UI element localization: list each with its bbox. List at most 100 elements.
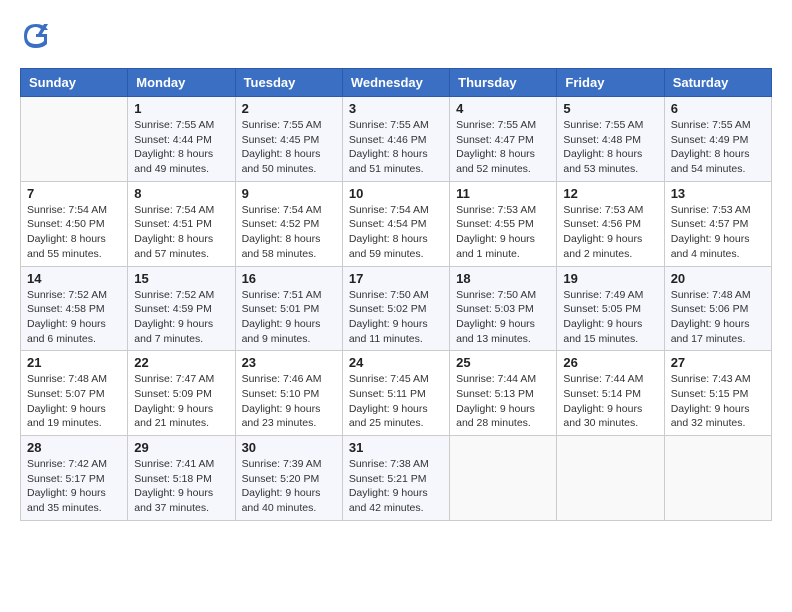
day-info: Sunrise: 7:45 AM Sunset: 5:11 PM Dayligh… [349, 372, 443, 431]
day-number: 11 [456, 186, 550, 201]
weekday-header-saturday: Saturday [664, 69, 771, 97]
calendar-week-row: 7Sunrise: 7:54 AM Sunset: 4:50 PM Daylig… [21, 181, 772, 266]
calendar-week-row: 28 Sunrise: 7:42 AM Sunset: 5:17 PM Dayli… [21, 436, 772, 521]
day-info: Sunrise: 7:50 AM Sunset: 5:02 PM Dayligh… [349, 288, 443, 347]
day-number: 15 [134, 271, 228, 286]
calendar-cell: 22 Sunrise: 7:47 AM Sunset: 5:09 PM Dayli… [128, 351, 235, 436]
day-number: 27 [671, 355, 765, 370]
day-number: 28 [27, 440, 121, 455]
day-number: 5 [563, 101, 657, 116]
calendar-cell: 17 Sunrise: 7:50 AM Sunset: 5:02 PM Dayli… [342, 266, 449, 351]
day-number: 3 [349, 101, 443, 116]
day-info: Sunrise: 7:55 AM Sunset: 4:49 PM Dayligh… [671, 118, 765, 177]
day-info: Sunrise: 7:54 AM Sunset: 4:51 PM Dayligh… [134, 203, 228, 262]
calendar-cell: 8 Sunrise: 7:54 AM Sunset: 4:51 PM Daylig… [128, 181, 235, 266]
logo [20, 20, 56, 52]
calendar-cell: 26 Sunrise: 7:44 AM Sunset: 5:14 PM Dayli… [557, 351, 664, 436]
day-info: Sunrise: 7:52 AM Sunset: 4:58 PM Dayligh… [27, 288, 121, 347]
calendar-week-row: 1Sunrise: 7:55 AM Sunset: 4:44 PM Daylig… [21, 97, 772, 182]
calendar-cell: 4 Sunrise: 7:55 AM Sunset: 4:47 PM Daylig… [450, 97, 557, 182]
weekday-header-sunday: Sunday [21, 69, 128, 97]
calendar-cell: 19 Sunrise: 7:49 AM Sunset: 5:05 PM Dayli… [557, 266, 664, 351]
day-number: 13 [671, 186, 765, 201]
day-info: Sunrise: 7:48 AM Sunset: 5:07 PM Dayligh… [27, 372, 121, 431]
weekday-header-monday: Monday [128, 69, 235, 97]
calendar-cell [450, 436, 557, 521]
day-info: Sunrise: 7:43 AM Sunset: 5:15 PM Dayligh… [671, 372, 765, 431]
weekday-header-row: SundayMondayTuesdayWednesdayThursdayFrid… [21, 69, 772, 97]
day-number: 12 [563, 186, 657, 201]
calendar-cell: 11 Sunrise: 7:53 AM Sunset: 4:55 PM Dayli… [450, 181, 557, 266]
calendar-cell: 28 Sunrise: 7:42 AM Sunset: 5:17 PM Dayli… [21, 436, 128, 521]
calendar-cell: 20 Sunrise: 7:48 AM Sunset: 5:06 PM Dayli… [664, 266, 771, 351]
weekday-header-tuesday: Tuesday [235, 69, 342, 97]
day-info: Sunrise: 7:55 AM Sunset: 4:45 PM Dayligh… [242, 118, 336, 177]
day-info: Sunrise: 7:50 AM Sunset: 5:03 PM Dayligh… [456, 288, 550, 347]
day-info: Sunrise: 7:54 AM Sunset: 4:52 PM Dayligh… [242, 203, 336, 262]
day-number: 7 [27, 186, 121, 201]
weekday-header-friday: Friday [557, 69, 664, 97]
day-info: Sunrise: 7:55 AM Sunset: 4:48 PM Dayligh… [563, 118, 657, 177]
calendar-week-row: 21 Sunrise: 7:48 AM Sunset: 5:07 PM Dayli… [21, 351, 772, 436]
calendar-cell: 29Sunrise: 7:41 AM Sunset: 5:18 PM Dayli… [128, 436, 235, 521]
day-info: Sunrise: 7:55 AM Sunset: 4:44 PM Dayligh… [134, 118, 228, 177]
day-info: Sunrise: 7:44 AM Sunset: 5:13 PM Dayligh… [456, 372, 550, 431]
calendar-cell: 6 Sunrise: 7:55 AM Sunset: 4:49 PM Daylig… [664, 97, 771, 182]
calendar-cell: 25 Sunrise: 7:44 AM Sunset: 5:13 PM Dayli… [450, 351, 557, 436]
day-number: 6 [671, 101, 765, 116]
day-number: 25 [456, 355, 550, 370]
calendar-cell [557, 436, 664, 521]
calendar-week-row: 14Sunrise: 7:52 AM Sunset: 4:58 PM Dayli… [21, 266, 772, 351]
calendar-cell: 12 Sunrise: 7:53 AM Sunset: 4:56 PM Dayli… [557, 181, 664, 266]
day-number: 18 [456, 271, 550, 286]
day-number: 17 [349, 271, 443, 286]
day-number: 4 [456, 101, 550, 116]
day-number: 23 [242, 355, 336, 370]
calendar-cell: 13 Sunrise: 7:53 AM Sunset: 4:57 PM Dayli… [664, 181, 771, 266]
calendar-cell: 2 Sunrise: 7:55 AM Sunset: 4:45 PM Daylig… [235, 97, 342, 182]
day-info: Sunrise: 7:53 AM Sunset: 4:55 PM Dayligh… [456, 203, 550, 262]
day-number: 16 [242, 271, 336, 286]
day-info: Sunrise: 7:42 AM Sunset: 5:17 PM Dayligh… [27, 457, 121, 516]
day-number: 22 [134, 355, 228, 370]
day-number: 31 [349, 440, 443, 455]
calendar-cell: 23Sunrise: 7:46 AM Sunset: 5:10 PM Dayli… [235, 351, 342, 436]
calendar-cell: 3 Sunrise: 7:55 AM Sunset: 4:46 PM Daylig… [342, 97, 449, 182]
day-info: Sunrise: 7:51 AM Sunset: 5:01 PM Dayligh… [242, 288, 336, 347]
calendar-cell: 16 Sunrise: 7:51 AM Sunset: 5:01 PM Dayli… [235, 266, 342, 351]
day-info: Sunrise: 7:53 AM Sunset: 4:56 PM Dayligh… [563, 203, 657, 262]
day-number: 21 [27, 355, 121, 370]
calendar-cell: 10Sunrise: 7:54 AM Sunset: 4:54 PM Dayli… [342, 181, 449, 266]
day-info: Sunrise: 7:52 AM Sunset: 4:59 PM Dayligh… [134, 288, 228, 347]
day-number: 24 [349, 355, 443, 370]
day-info: Sunrise: 7:49 AM Sunset: 5:05 PM Dayligh… [563, 288, 657, 347]
day-number: 9 [242, 186, 336, 201]
day-number: 26 [563, 355, 657, 370]
day-info: Sunrise: 7:44 AM Sunset: 5:14 PM Dayligh… [563, 372, 657, 431]
calendar-cell: 24 Sunrise: 7:45 AM Sunset: 5:11 PM Dayli… [342, 351, 449, 436]
calendar-table: SundayMondayTuesdayWednesdayThursdayFrid… [20, 68, 772, 521]
calendar-cell: 1Sunrise: 7:55 AM Sunset: 4:44 PM Daylig… [128, 97, 235, 182]
day-number: 2 [242, 101, 336, 116]
day-info: Sunrise: 7:48 AM Sunset: 5:06 PM Dayligh… [671, 288, 765, 347]
day-info: Sunrise: 7:47 AM Sunset: 5:09 PM Dayligh… [134, 372, 228, 431]
calendar-cell: 14Sunrise: 7:52 AM Sunset: 4:58 PM Dayli… [21, 266, 128, 351]
day-number: 8 [134, 186, 228, 201]
calendar-cell [664, 436, 771, 521]
calendar-cell: 30Sunrise: 7:39 AM Sunset: 5:20 PM Dayli… [235, 436, 342, 521]
calendar-cell: 18 Sunrise: 7:50 AM Sunset: 5:03 PM Dayli… [450, 266, 557, 351]
page-header [20, 20, 772, 52]
day-info: Sunrise: 7:55 AM Sunset: 4:47 PM Dayligh… [456, 118, 550, 177]
calendar-cell: 9 Sunrise: 7:54 AM Sunset: 4:52 PM Daylig… [235, 181, 342, 266]
day-number: 20 [671, 271, 765, 286]
calendar-cell: 31 Sunrise: 7:38 AM Sunset: 5:21 PM Dayli… [342, 436, 449, 521]
day-info: Sunrise: 7:55 AM Sunset: 4:46 PM Dayligh… [349, 118, 443, 177]
day-info: Sunrise: 7:53 AM Sunset: 4:57 PM Dayligh… [671, 203, 765, 262]
weekday-header-wednesday: Wednesday [342, 69, 449, 97]
day-number: 30 [242, 440, 336, 455]
calendar-cell [21, 97, 128, 182]
day-info: Sunrise: 7:38 AM Sunset: 5:21 PM Dayligh… [349, 457, 443, 516]
day-number: 19 [563, 271, 657, 286]
day-number: 10 [349, 186, 443, 201]
calendar-cell: 15 Sunrise: 7:52 AM Sunset: 4:59 PM Dayli… [128, 266, 235, 351]
